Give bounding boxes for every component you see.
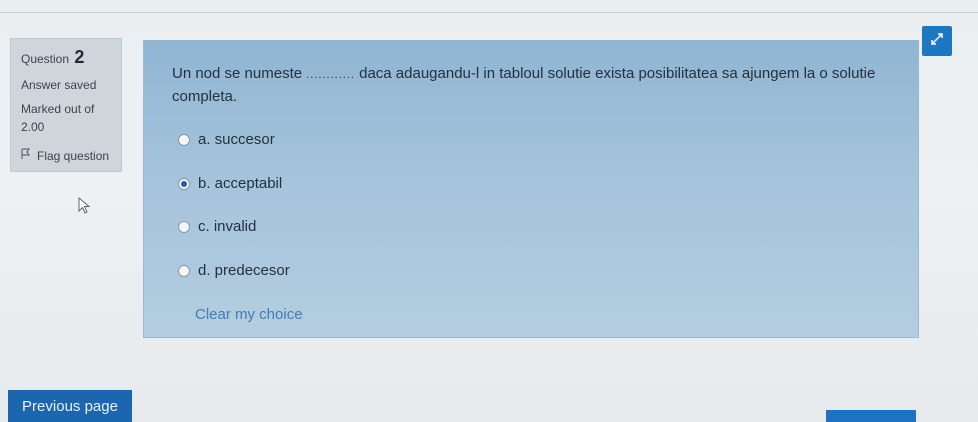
top-divider xyxy=(0,12,978,13)
radio-d[interactable] xyxy=(178,264,190,277)
option-b-label[interactable]: b. acceptabil xyxy=(198,175,282,192)
question-number: Question 2 xyxy=(21,47,111,68)
marked-label: Marked out of xyxy=(21,102,95,116)
mouse-pointer-icon xyxy=(78,196,92,220)
clear-choice-link[interactable]: Clear my choice xyxy=(195,306,303,323)
question-content-panel: Un nod se numeste ............ daca adau… xyxy=(143,40,919,338)
option-d[interactable]: d. predecesor xyxy=(178,262,290,279)
expand-icon xyxy=(930,32,944,51)
previous-page-button[interactable]: Previous page xyxy=(8,390,132,422)
expand-button[interactable] xyxy=(922,26,952,56)
flag-label: Flag question xyxy=(37,148,110,163)
flag-question-link[interactable]: Flag question xyxy=(21,148,111,163)
option-d-label[interactable]: d. predecesor xyxy=(198,262,290,279)
radio-b[interactable] xyxy=(178,177,190,190)
option-a-label[interactable]: a. succesor xyxy=(198,131,275,148)
question-text-start: Un nod se numeste xyxy=(172,65,303,82)
option-b[interactable]: b. acceptabil xyxy=(178,175,282,192)
question-label: Question xyxy=(21,52,70,66)
question-text: Un nod se numeste ............ daca adau… xyxy=(172,63,902,107)
question-number-value: 2 xyxy=(74,47,85,67)
question-blank: ............ xyxy=(306,69,355,81)
marked-value: 2.00 xyxy=(21,120,45,134)
option-c-label[interactable]: c. invalid xyxy=(198,218,256,235)
next-page-button[interactable] xyxy=(826,410,916,422)
option-c[interactable]: c. invalid xyxy=(178,218,256,235)
answer-status: Answer saved xyxy=(21,78,97,92)
flag-icon xyxy=(21,148,31,163)
option-a[interactable]: a. succesor xyxy=(178,131,275,148)
radio-c[interactable] xyxy=(178,220,190,233)
radio-a[interactable] xyxy=(178,133,190,146)
question-info-panel: Question 2 Answer saved Marked out of 2.… xyxy=(10,38,122,172)
